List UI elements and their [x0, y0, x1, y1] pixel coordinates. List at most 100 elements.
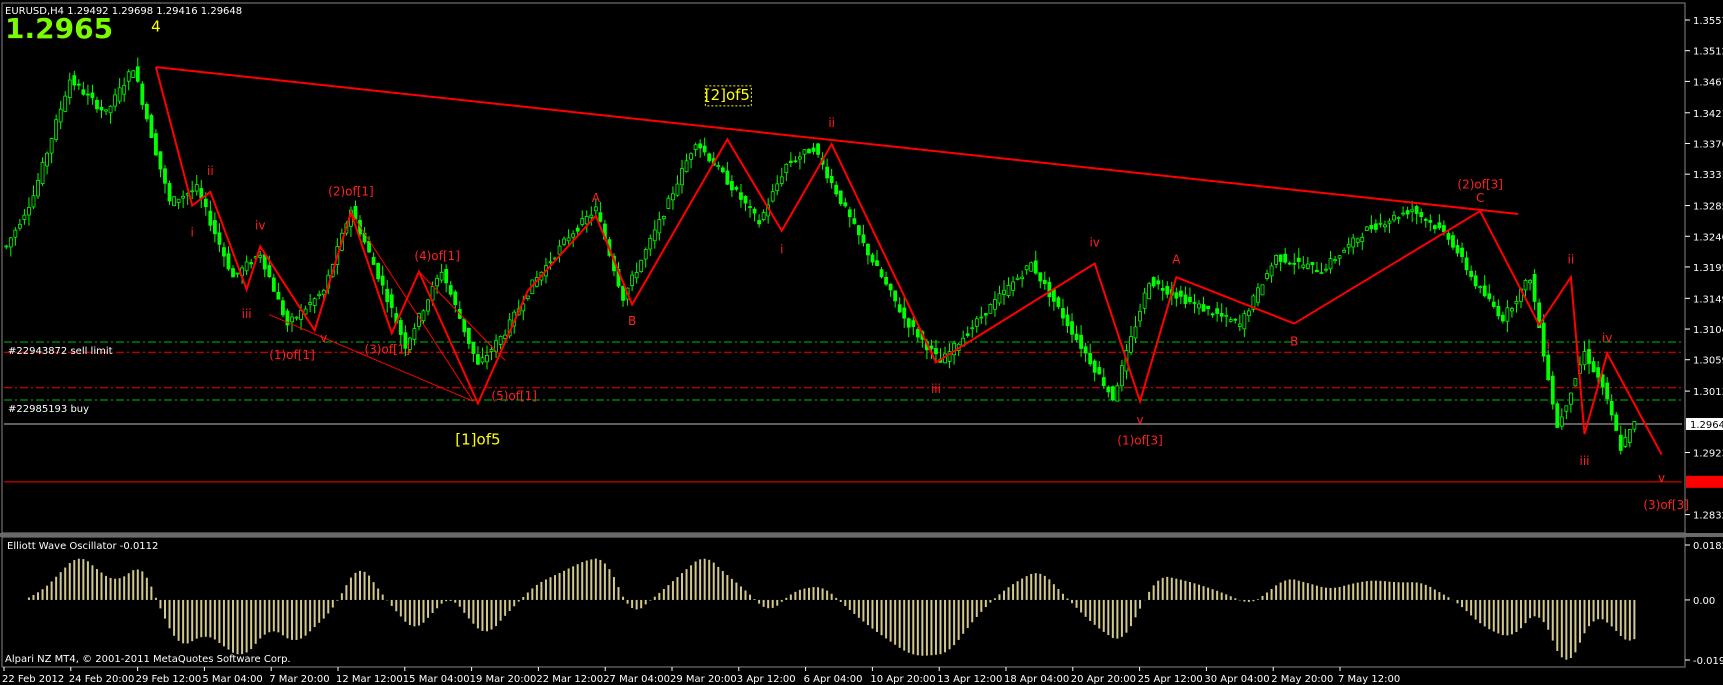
price-tick-label: 1.34670 — [1693, 77, 1723, 88]
price-tick-label: 1.28320 — [1693, 511, 1723, 522]
wave-label: C — [1476, 191, 1484, 205]
wave-label: ii — [828, 116, 835, 130]
oscillator-tick-label: 0.0182 — [1693, 541, 1723, 552]
wave-label: (1)of[3] — [1117, 433, 1163, 447]
wave-label: v — [320, 331, 327, 345]
current-price-label: 1.29648 — [1690, 420, 1723, 431]
candle — [172, 195, 176, 207]
wave-label: iv — [255, 218, 265, 232]
price-tick-label: 1.29230 — [1693, 449, 1723, 460]
candle — [167, 180, 172, 205]
time-tick-label: 7 Mar 20:00 — [269, 674, 329, 685]
candle — [1614, 411, 1619, 431]
wave-label: ii — [1568, 253, 1575, 267]
wave-label: A — [1172, 253, 1181, 267]
big-price-display: 1.2965 — [5, 12, 113, 45]
time-tick-label: 13 Apr 12:00 — [937, 674, 1002, 685]
wave-label: v — [1136, 413, 1143, 427]
chart-background — [0, 0, 1723, 685]
time-tick-label: 24 Feb 20:00 — [69, 674, 135, 685]
candle — [131, 69, 136, 78]
wave-label: (3)of[3] — [1643, 498, 1689, 512]
wave-label: iii — [931, 382, 941, 396]
price-tick-label: 1.33310 — [1693, 170, 1723, 181]
wave-label: ii — [207, 164, 214, 178]
candle — [1364, 225, 1369, 231]
price-tick-label: 1.34210 — [1693, 109, 1723, 120]
wave-label: i — [1547, 338, 1550, 352]
wave-label: B — [1290, 334, 1298, 348]
time-tick-label: 5 Mar 04:00 — [202, 674, 262, 685]
candle — [376, 262, 381, 283]
price-tick-label: 1.31950 — [1693, 263, 1723, 274]
wave-label: iii — [1579, 454, 1589, 468]
candle — [144, 101, 149, 123]
wave-label: (2)of[1] — [328, 184, 374, 198]
wave-label: i — [191, 225, 194, 239]
wave-label: A — [592, 191, 601, 205]
wave-label: B — [628, 314, 636, 328]
time-tick-label: 20 Apr 20:00 — [1071, 674, 1136, 685]
wave-label: iii — [242, 307, 252, 321]
price-tick-label: 1.32850 — [1693, 202, 1723, 213]
candle — [149, 113, 154, 138]
current-price-tag: 1.29648 — [1686, 417, 1723, 431]
time-tick-label: 22 Mar 12:00 — [536, 674, 603, 685]
time-tick-label: 22 Feb 2012 — [2, 674, 64, 685]
candle — [1573, 378, 1578, 387]
wave-label: (1)of[1] — [269, 348, 315, 362]
candle — [639, 259, 644, 273]
time-tick-label: 3 Apr 12:00 — [737, 674, 796, 685]
time-tick-label: 15 Mar 04:00 — [403, 674, 470, 685]
oscillator-label: Elliott Wave Oscillator -0.0112 — [7, 541, 158, 552]
wave-label: (3)of[1] — [364, 343, 410, 357]
wave-label: (4)of[1] — [414, 249, 460, 263]
time-tick-label: 27 Mar 04:00 — [603, 674, 670, 685]
candle — [838, 190, 843, 207]
candle — [154, 129, 158, 157]
wave-label: [1]of5 — [455, 430, 500, 448]
price-tick-label: 1.35120 — [1693, 47, 1723, 58]
time-tick-label: 7 May 12:00 — [1338, 674, 1400, 685]
candle — [1260, 284, 1265, 296]
wave-label: iv — [1602, 331, 1612, 345]
wave-label: (2)of[3] — [1457, 177, 1503, 191]
panel-splitter[interactable] — [0, 533, 1723, 537]
time-tick-label: 10 Apr 20:00 — [870, 674, 935, 685]
price-tick-label: 1.31490 — [1693, 294, 1723, 305]
wave-label: [2]of5 — [705, 86, 750, 104]
stop-price-tag — [1686, 475, 1723, 488]
price-tick-label: 1.33760 — [1693, 139, 1723, 150]
candle — [1251, 293, 1256, 313]
chart-window: 4[2]of5[1]of5iii iviii(2)of[1](4)of[1]v(1… — [0, 0, 1723, 685]
time-tick-label: 6 Apr 04:00 — [804, 674, 863, 685]
time-tick-label: 2 May 20:00 — [1271, 674, 1333, 685]
price-tick-label: 1.35570 — [1693, 16, 1723, 27]
copyright-text: Alpari NZ MT4, © 2001-2011 MetaQuotes So… — [5, 654, 291, 665]
price-tick-label: 1.31040 — [1693, 325, 1723, 336]
oscillator-tick-label: -0.0199 — [1693, 656, 1723, 667]
buy-label[interactable]: #22985193 buy — [8, 404, 89, 415]
time-tick-label: 18 Apr 04:00 — [1004, 674, 1069, 685]
price-tick-label: 1.32400 — [1693, 232, 1723, 243]
candle — [1555, 401, 1560, 428]
wave-label: 4 — [151, 18, 161, 36]
wave-label: (5)of[1] — [491, 389, 537, 403]
candle — [1029, 261, 1034, 272]
oscillator-tick-label: 0.00 — [1693, 596, 1715, 607]
price-tick-label: 1.30590 — [1693, 356, 1723, 367]
time-tick-label: 19 Mar 20:00 — [470, 674, 537, 685]
candle — [1147, 281, 1152, 300]
time-tick-label: 25 Apr 12:00 — [1138, 674, 1203, 685]
price-tick-label: 1.30130 — [1693, 387, 1723, 398]
time-tick-label: 30 Apr 04:00 — [1204, 674, 1269, 685]
wave-label: iv — [1089, 235, 1099, 249]
wave-label: i — [780, 242, 783, 256]
time-tick-label: 12 Mar 12:00 — [336, 674, 403, 685]
sell-limit-label[interactable]: #22943872 sell limit — [8, 346, 113, 357]
time-tick-label: 29 Feb 12:00 — [136, 674, 202, 685]
wave-label: v — [1658, 471, 1665, 485]
candle — [988, 303, 993, 314]
candle — [1550, 371, 1555, 410]
time-tick-label: 29 Mar 20:00 — [670, 674, 737, 685]
